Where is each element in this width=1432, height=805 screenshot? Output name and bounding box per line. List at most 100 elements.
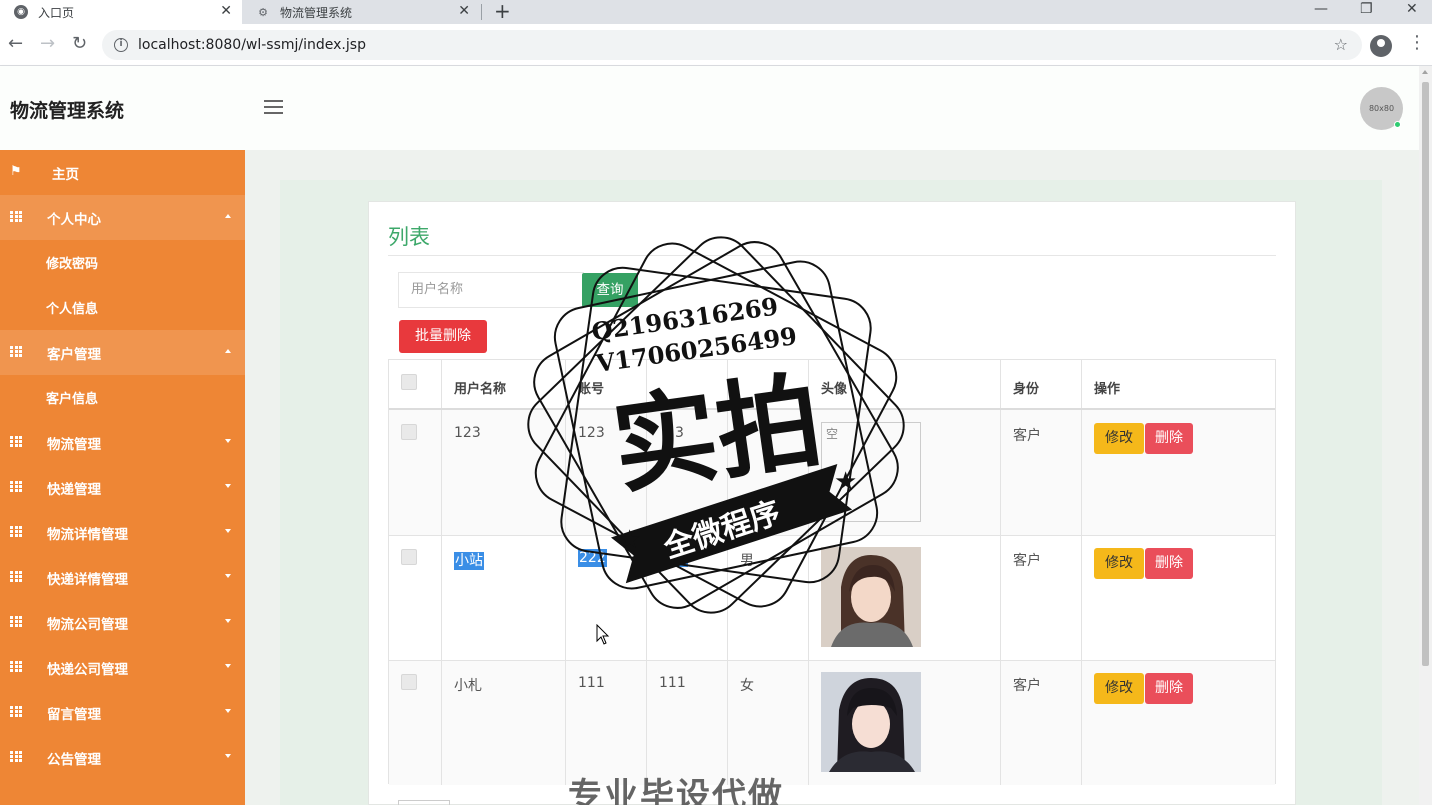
hamburger-icon[interactable] — [264, 100, 283, 114]
browser-tab-entry[interactable]: ◉ 入口页 ✕ — [0, 0, 242, 24]
scroll-thumb[interactable] — [1422, 82, 1429, 666]
tab-label: 入口页 — [38, 5, 75, 20]
column-divider — [565, 360, 566, 785]
page-title: 列表 — [388, 225, 430, 249]
chevron-down-icon — [225, 709, 231, 713]
sidebar-item-express-detail[interactable]: 快递详情管理 — [0, 555, 245, 600]
watermark-bottom: 专业毕设代做 — [568, 776, 784, 805]
chevron-down-icon — [225, 439, 231, 443]
window-close-icon[interactable]: ✕ — [1406, 0, 1418, 22]
header-divider — [389, 408, 1275, 410]
edit-button[interactable]: 修改 — [1094, 423, 1144, 454]
column-header: 身份 — [1013, 382, 1040, 397]
sidebar-item-label: 个人中心 — [47, 211, 101, 228]
tab-divider — [481, 4, 482, 20]
browser-tab-bar: ◉ 入口页 ✕ ⚙ 物流管理系统 ✕ + — ❐ ✕ — [0, 0, 1432, 24]
delete-button[interactable]: 删除 — [1145, 673, 1193, 704]
grid-icon — [10, 436, 22, 447]
sidebar-item-label: 快递公司管理 — [47, 661, 128, 678]
tab-label: 物流管理系统 — [280, 5, 353, 20]
sidebar-item-customer-management[interactable]: 客户管理 — [0, 330, 245, 375]
close-icon[interactable]: ✕ — [220, 3, 232, 19]
row-checkbox[interactable] — [401, 674, 417, 690]
grid-icon — [10, 481, 22, 492]
grid-icon — [10, 706, 22, 717]
sidebar-item-label: 客户管理 — [47, 346, 101, 363]
sidebar-item-label: 快递详情管理 — [47, 571, 128, 588]
column-divider — [808, 360, 809, 785]
profile-icon[interactable] — [1370, 35, 1392, 57]
edit-button[interactable]: 修改 — [1094, 673, 1144, 704]
delete-button[interactable]: 删除 — [1145, 548, 1193, 579]
close-icon[interactable]: ✕ — [458, 3, 470, 19]
avatar-placeholder: 空 — [821, 422, 921, 522]
selected-text: 222 — [659, 549, 688, 567]
sidebar-item-label: 留言管理 — [47, 706, 101, 723]
pagination-box[interactable] — [398, 800, 450, 805]
cell-gender: 男 — [740, 553, 754, 569]
back-icon[interactable]: ← — [8, 33, 23, 55]
settings-icon: ⚙ — [258, 5, 268, 19]
globe-icon: ◉ — [14, 5, 28, 19]
cell-account: 123 — [578, 425, 605, 441]
sidebar-item-express-company[interactable]: 快递公司管理 — [0, 645, 245, 690]
grid-icon — [10, 571, 22, 582]
title-divider — [388, 255, 1276, 256]
restore-icon[interactable]: ❐ — [1360, 0, 1373, 22]
url-input[interactable]: i localhost:8080/wl-ssmj/index.jsp ☆ — [102, 30, 1362, 60]
batch-delete-button[interactable]: 批量删除 — [399, 320, 487, 353]
sidebar-item-label: 主页 — [52, 166, 79, 183]
info-icon[interactable]: i — [114, 38, 128, 52]
sidebar: ⚑ 主页 个人中心 修改密码 个人信息 客户管理 客户信息 物流管理 快递管理 … — [0, 150, 245, 805]
sidebar-item-logistics-detail[interactable]: 物流详情管理 — [0, 510, 245, 555]
column-header: 用户名称 — [454, 382, 507, 397]
sidebar-item-logistics[interactable]: 物流管理 — [0, 420, 245, 465]
address-bar: ← → ↻ i localhost:8080/wl-ssmj/index.jsp… — [0, 24, 1432, 66]
chevron-down-icon — [225, 484, 231, 488]
sidebar-subitem-personal-info[interactable]: 个人信息 — [0, 285, 245, 330]
sidebar-item-messages[interactable]: 留言管理 — [0, 690, 245, 735]
page-scrollbar[interactable] — [1419, 66, 1432, 805]
select-all-checkbox[interactable] — [401, 374, 417, 390]
selected-text: 222 — [578, 549, 607, 567]
sidebar-item-announcements[interactable]: 公告管理 — [0, 735, 245, 780]
reload-icon[interactable]: ↻ — [72, 33, 87, 55]
sidebar-item-express[interactable]: 快递管理 — [0, 465, 245, 510]
sidebar-item-label: 物流公司管理 — [47, 616, 128, 633]
cell-username: 小站 — [454, 550, 484, 570]
sidebar-item-personal-center[interactable]: 个人中心 — [0, 195, 245, 240]
grid-icon — [10, 751, 22, 762]
cell-col3: 222 — [659, 549, 688, 567]
flag-icon: ⚑ — [10, 164, 22, 179]
forward-icon[interactable]: → — [40, 33, 55, 55]
grid-icon — [10, 346, 22, 357]
search-button[interactable]: 查询 — [582, 273, 638, 307]
new-tab-button[interactable]: + — [494, 0, 511, 22]
delete-button[interactable]: 删除 — [1145, 423, 1193, 454]
scroll-up-icon[interactable] — [1422, 70, 1428, 74]
sidebar-item-label: 公告管理 — [47, 751, 101, 768]
chevron-down-icon — [225, 574, 231, 578]
cell-account: 111 — [578, 675, 605, 691]
sidebar-subitem-customer-info[interactable]: 客户信息 — [0, 375, 245, 420]
minimize-icon[interactable]: — — [1314, 0, 1328, 22]
column-header: 头像 — [821, 382, 848, 397]
sidebar-item-home[interactable]: ⚑ 主页 — [0, 150, 245, 195]
star-icon[interactable]: ☆ — [1334, 35, 1348, 54]
sidebar-subitem-change-password[interactable]: 修改密码 — [0, 240, 245, 285]
search-input[interactable]: 用户名称 — [398, 272, 584, 308]
column-header: 账号 — [578, 382, 605, 397]
row-checkbox[interactable] — [401, 424, 417, 440]
menu-icon[interactable]: ⋮ — [1408, 32, 1426, 53]
browser-tab-system[interactable]: ⚙ 物流管理系统 ✕ — [242, 0, 480, 24]
cell-col3: 111 — [659, 675, 686, 691]
column-divider — [1000, 360, 1001, 785]
chevron-down-icon — [225, 664, 231, 668]
sidebar-item-logistics-company[interactable]: 物流公司管理 — [0, 600, 245, 645]
grid-icon — [10, 526, 22, 537]
avatar[interactable]: 80x80 — [1360, 87, 1403, 130]
row-checkbox[interactable] — [401, 549, 417, 565]
edit-button[interactable]: 修改 — [1094, 548, 1144, 579]
column-header: 操作 — [1094, 382, 1121, 397]
chevron-down-icon — [225, 754, 231, 758]
